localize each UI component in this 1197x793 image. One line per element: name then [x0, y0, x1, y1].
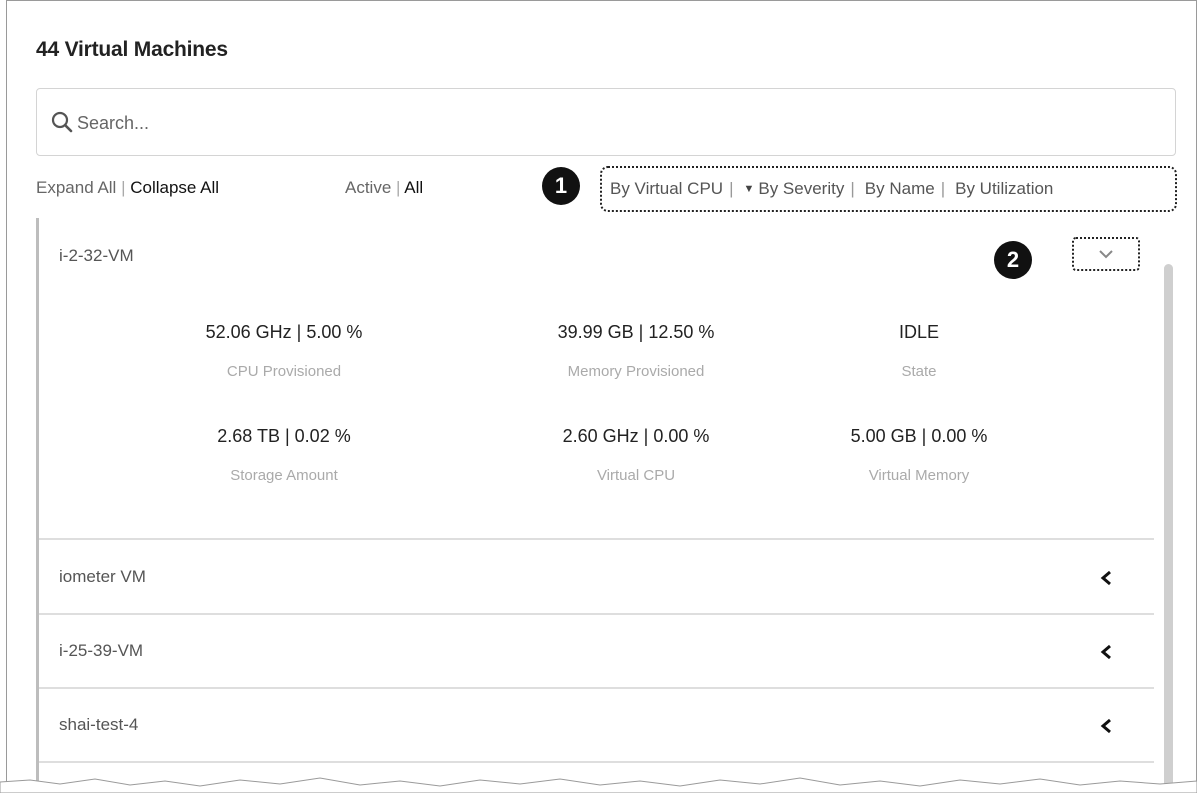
search-input[interactable] — [77, 105, 1157, 141]
metric-memory-provisioned: 39.99 GB | 12.50 % Memory Provisioned — [476, 322, 796, 380]
page-title: 44 Virtual Machines — [36, 38, 228, 61]
metric-label: Memory Provisioned — [567, 363, 705, 380]
scrollbar[interactable] — [1164, 264, 1173, 793]
separator: | — [729, 179, 734, 198]
caret-down-icon: ▼ — [743, 183, 755, 195]
separator: | — [940, 179, 946, 198]
collapse-vm-button[interactable] — [1072, 237, 1140, 271]
metric-cpu-provisioned: 52.06 GHz | 5.00 % CPU Provisioned — [124, 322, 444, 380]
metric-value: 2.60 GHz | 0.00 % — [562, 426, 710, 446]
active-filter-link[interactable]: Active — [345, 178, 391, 197]
vm-name: shai-test-4 — [59, 715, 139, 734]
metric-value: 2.68 TB | 0.02 % — [217, 426, 351, 446]
separator: | — [121, 178, 126, 197]
metric-value: 5.00 GB | 0.00 % — [850, 426, 988, 446]
expand-collapse-controls: Expand All | Collapse All — [36, 178, 219, 198]
vm-card-expanded: i-2-32-VM 52.06 GHz | 5.00 % CPU Provisi… — [39, 218, 1154, 540]
metric-label: CPU Provisioned — [226, 363, 342, 380]
metric-label: Storage Amount — [230, 467, 338, 484]
metric-value: IDLE — [898, 322, 940, 342]
separator: | — [396, 178, 401, 197]
sort-by-name[interactable]: By Name — [865, 179, 935, 199]
separator: | — [850, 179, 855, 198]
sort-by-virtual-cpu[interactable]: By Virtual CPU — [610, 179, 723, 199]
chevron-left-icon[interactable] — [1099, 569, 1113, 587]
collapse-all-link[interactable]: Collapse All — [130, 178, 219, 197]
chevron-left-icon[interactable] — [1099, 643, 1113, 661]
chevron-left-icon[interactable] — [1099, 717, 1113, 735]
metric-value: 52.06 GHz | 5.00 % — [205, 322, 363, 342]
metric-state: IDLE State — [759, 322, 1079, 380]
vm-name: i-2-32-VM — [59, 246, 134, 265]
vm-name: iometer VM — [59, 567, 146, 586]
metric-storage-amount: 2.68 TB | 0.02 % Storage Amount — [124, 426, 444, 484]
metric-virtual-cpu: 2.60 GHz | 0.00 % Virtual CPU — [476, 426, 796, 484]
callout-badge-1: 1 — [542, 167, 580, 205]
vm-row[interactable]: iometer VM — [39, 541, 1154, 615]
sort-options: By Virtual CPU | ▼ By Severity | By Name… — [600, 166, 1177, 212]
sort-by-severity[interactable]: By Severity — [758, 179, 844, 199]
vm-row[interactable]: i-25-39-VM — [39, 615, 1154, 689]
search-box[interactable] — [36, 88, 1176, 156]
sort-by-utilization[interactable]: By Utilization — [955, 179, 1053, 199]
chevron-down-icon — [1099, 250, 1113, 259]
all-filter-link[interactable]: All — [404, 178, 423, 197]
callout-badge-2: 2 — [994, 241, 1032, 279]
search-icon — [51, 111, 73, 133]
metric-virtual-memory: 5.00 GB | 0.00 % Virtual Memory — [759, 426, 1079, 484]
torn-edge — [0, 777, 1197, 793]
metric-label: State — [901, 363, 937, 380]
metric-label: Virtual Memory — [868, 467, 970, 484]
metric-label: Virtual CPU — [596, 467, 676, 484]
vm-name: i-25-39-VM — [59, 641, 144, 660]
vm-row[interactable]: shai-test-4 — [39, 689, 1154, 763]
metric-value: 39.99 GB | 12.50 % — [557, 322, 715, 342]
status-filter-controls: Active | All — [345, 178, 423, 198]
expand-all-link[interactable]: Expand All — [36, 178, 116, 197]
